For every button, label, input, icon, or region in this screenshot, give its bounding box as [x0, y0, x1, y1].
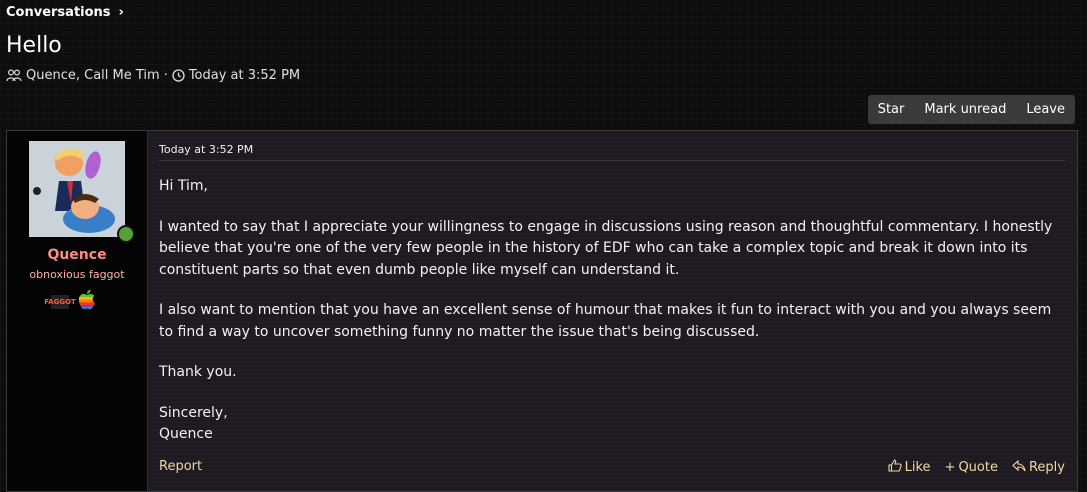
clock-icon [172, 69, 185, 82]
message-body: Hi Tim, I wanted to say that I appreciat… [159, 176, 1064, 465]
report-link[interactable]: Report [159, 459, 202, 474]
reply-label: Reply [1028, 460, 1065, 475]
quote-label: Quote [958, 460, 998, 475]
author-badges: FAGGOT [44, 289, 97, 315]
author-name[interactable]: Quence [7, 247, 147, 263]
conversation-time: Today at 3:52 PM [188, 68, 301, 83]
author-title: obnoxious faggot [29, 268, 125, 281]
message-content: Today at 3:52 PM Hi Tim, I wanted to say… [147, 131, 1077, 491]
conversation-actions: Star Mark unread Leave [867, 95, 1075, 124]
participants[interactable]: Quence, Call Me Tim [26, 68, 160, 83]
avatar[interactable] [29, 141, 125, 237]
message-paragraph: I also want to mention that you have an … [159, 302, 1052, 340]
like-button[interactable]: Like [888, 459, 931, 476]
reply-icon [1012, 459, 1026, 476]
message-paragraph: Hi Tim, [159, 178, 208, 194]
star-button[interactable]: Star [868, 102, 915, 117]
breadcrumb[interactable]: Conversations › [6, 5, 124, 20]
chevron-right-icon: › [118, 5, 124, 20]
apple-icon [77, 289, 97, 315]
quote-button[interactable]: + Quote [945, 460, 998, 475]
message-paragraph: Sincerely, [159, 404, 228, 421]
users-icon [6, 69, 22, 82]
meta-separator: · [163, 68, 168, 83]
conversation-meta: Quence, Call Me Tim · Today at 3:52 PM [6, 68, 300, 83]
thumbs-up-icon [888, 459, 902, 476]
plus-icon: + [944, 460, 956, 475]
page-title: Hello [6, 33, 62, 58]
mark-unread-button[interactable]: Mark unread [914, 102, 1016, 117]
message: Quence obnoxious faggot FAGGOT Today at … [6, 130, 1078, 492]
message-timestamp[interactable]: Today at 3:52 PM [159, 143, 253, 156]
leave-button[interactable]: Leave [1016, 102, 1075, 117]
message-paragraph: Quence [159, 426, 213, 442]
like-label: Like [904, 460, 931, 475]
reply-button[interactable]: Reply [1012, 459, 1065, 476]
message-paragraph: Thank you. [159, 364, 237, 380]
online-status-indicator [117, 225, 135, 243]
message-paragraph: I wanted to say that I appreciate your w… [159, 218, 1053, 278]
breadcrumb-conversations[interactable]: Conversations [6, 5, 111, 20]
message-user: Quence obnoxious faggot FAGGOT [7, 131, 147, 491]
message-actions: Like + Quote Reply [888, 459, 1065, 476]
divider [159, 160, 1065, 161]
faggot-badge: FAGGOT [44, 295, 76, 309]
